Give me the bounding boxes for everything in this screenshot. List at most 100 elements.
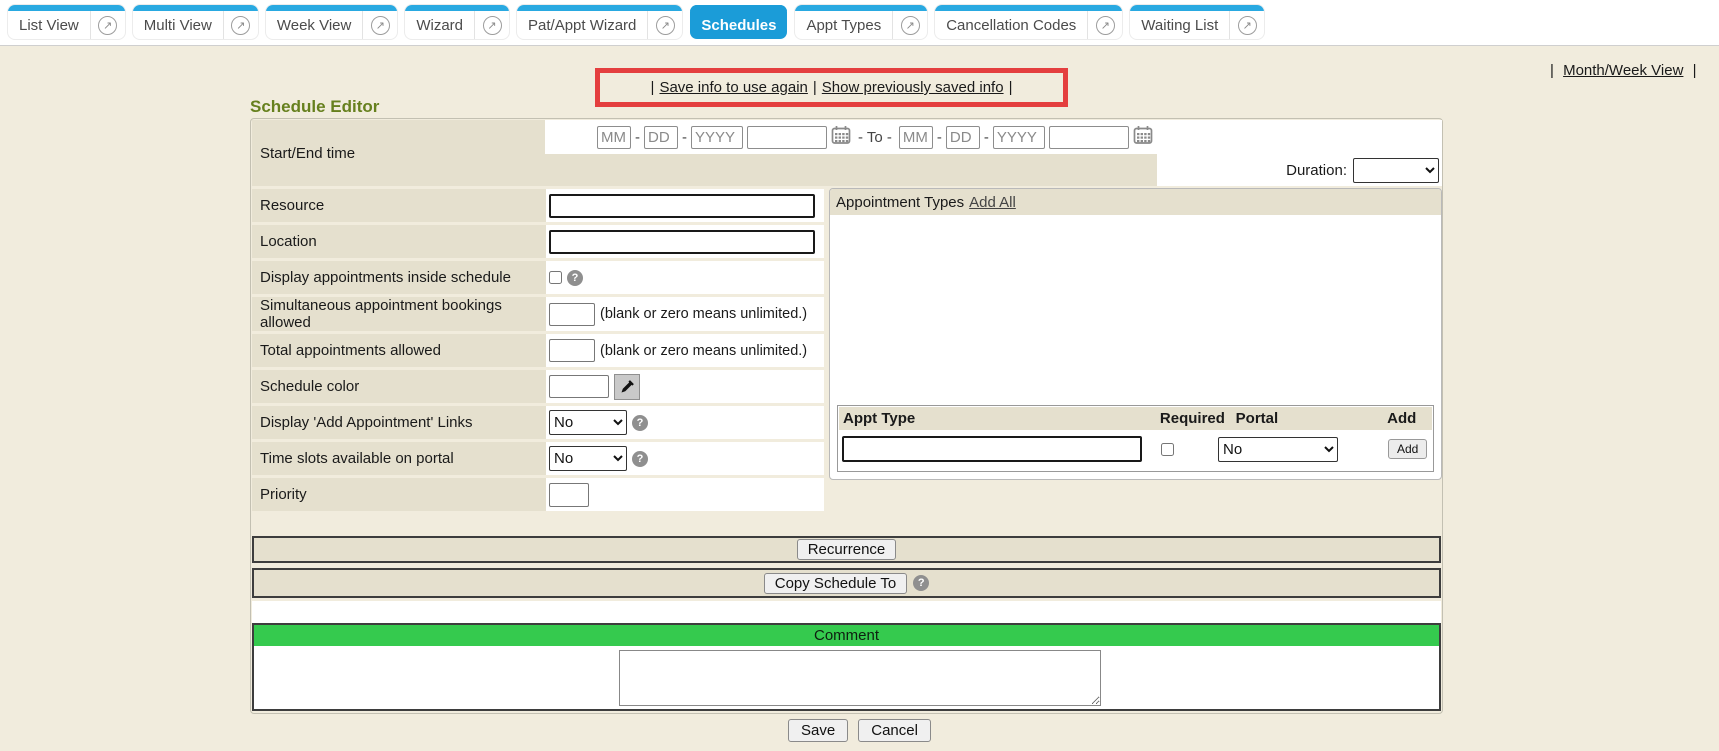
tab-pat-appt-wizard[interactable]: Pat/Appt Wizard↗ [517,5,682,39]
external-link-icon[interactable]: ↗ [1230,16,1264,35]
to-separator: - To - [858,129,892,146]
save-button[interactable]: Save [788,719,848,742]
external-link-icon[interactable]: ↗ [91,16,125,35]
separator: | [1693,62,1697,79]
start-year-input[interactable] [691,126,743,149]
show-saved-info-link[interactable]: Show previously saved info [822,79,1004,96]
unlimited-note: (blank or zero means unlimited.) [600,306,807,322]
start-day-input[interactable] [644,126,678,149]
help-icon[interactable]: ? [632,451,648,467]
end-year-input[interactable] [993,126,1045,149]
form-row-time-slots-portal: Time slots available on portal No ? [252,442,824,475]
page-title: Schedule Editor [250,97,379,117]
form-row-simultaneous-bookings: Simultaneous appointment bookings allowe… [252,297,824,331]
portal-select[interactable]: No [1218,437,1338,462]
appointment-type-table-header: Appt Type Required Portal Add [839,407,1432,430]
tab-label[interactable]: Multi View [133,17,223,34]
column-header-portal: Portal [1236,410,1387,427]
date-separator: - [984,129,989,146]
tab-appt-types[interactable]: Appt Types↗ [795,5,927,39]
required-checkbox[interactable] [1161,443,1174,456]
tab-label[interactable]: Week View [266,17,362,34]
external-link-icon[interactable]: ↗ [363,16,397,35]
calendar-icon[interactable] [831,125,851,149]
tab-label[interactable]: List View [8,17,90,34]
tab-wizard[interactable]: Wizard↗ [405,5,509,39]
tab-label[interactable]: Pat/Appt Wizard [517,17,647,34]
end-time-input[interactable] [1049,126,1129,149]
external-link-icon[interactable]: ↗ [224,16,258,35]
schedule-editor-form: Start/End time - - - To - - - Duration: [250,118,1443,714]
field-label: Total appointments allowed [252,334,546,367]
copy-schedule-to-button[interactable]: Copy Schedule To [764,573,907,594]
separator: | [651,79,655,96]
field-label: Schedule color [252,370,546,403]
resource-input[interactable] [549,194,815,218]
external-link-icon[interactable]: ↗ [893,16,927,35]
tab-schedules[interactable]: Schedules [690,5,787,39]
recurrence-bar: Recurrence [252,536,1441,563]
save-info-link[interactable]: Save info to use again [659,79,807,96]
help-icon[interactable]: ? [632,415,648,431]
copy-schedule-bar: Copy Schedule To ? [252,568,1441,598]
add-appointment-links-select[interactable]: No [549,410,627,435]
schedule-editor-screen: List View↗ Multi View↗ Week View↗ Wizard… [0,0,1719,751]
tab-label[interactable]: Cancellation Codes [935,17,1087,34]
appointment-types-panel: Appointment Types Add All Appt Type Requ… [829,188,1442,480]
month-week-view-link[interactable]: Month/Week View [1563,62,1683,79]
schedule-color-input[interactable] [549,375,609,398]
total-appointments-input[interactable] [549,339,595,362]
location-input[interactable] [549,230,815,254]
form-actions: Save Cancel [0,719,1719,742]
date-separator: - [682,129,687,146]
appointment-types-title: Appointment Types [836,194,964,211]
eyedropper-icon[interactable] [614,374,640,400]
column-header-required: Required [1160,410,1236,427]
field-label: Location [252,225,546,258]
month-week-view-container: | Month/Week View | [1545,62,1702,79]
start-end-date-inputs: - - - To - - - [545,120,1442,154]
appt-type-input[interactable] [842,436,1142,462]
help-icon[interactable]: ? [913,575,929,591]
calendar-icon[interactable] [1133,125,1153,149]
form-row-display-appointments: Display appointments inside schedule ? [252,261,824,294]
duration-select[interactable] [1353,158,1439,183]
end-month-input[interactable] [899,126,933,149]
start-time-input[interactable] [747,126,827,149]
comment-header: Comment [254,625,1439,646]
end-day-input[interactable] [946,126,980,149]
tab-multi-view[interactable]: Multi View↗ [133,5,258,39]
separator: | [1550,62,1554,79]
separator: | [813,79,817,96]
add-appt-type-button[interactable]: Add [1388,439,1427,459]
priority-input[interactable] [549,483,589,507]
simultaneous-bookings-input[interactable] [549,303,595,326]
display-appointments-checkbox[interactable] [549,271,562,284]
help-icon[interactable]: ? [567,270,583,286]
field-label: Priority [252,478,546,511]
date-separator: - [937,129,942,146]
start-month-input[interactable] [597,126,631,149]
add-all-link[interactable]: Add All [969,194,1016,211]
field-label: Resource [252,189,546,222]
tab-waiting-list[interactable]: Waiting List↗ [1130,5,1264,39]
tab-week-view[interactable]: Week View↗ [266,5,397,39]
external-link-icon[interactable]: ↗ [1088,16,1122,35]
cancel-button[interactable]: Cancel [858,719,931,742]
tab-label[interactable]: Schedules [690,17,787,34]
time-slots-portal-select[interactable]: No [549,446,627,471]
separator: | [1009,79,1013,96]
tab-list-view[interactable]: List View↗ [8,5,125,39]
recurrence-button[interactable]: Recurrence [797,539,897,560]
field-label: Display 'Add Appointment' Links [252,406,546,439]
comment-textarea[interactable] [619,650,1101,706]
external-link-icon[interactable]: ↗ [475,16,509,35]
tab-cancellation-codes[interactable]: Cancellation Codes↗ [935,5,1122,39]
form-row-add-appointment-links: Display 'Add Appointment' Links No ? [252,406,824,439]
tab-label[interactable]: Wizard [405,17,474,34]
tab-label[interactable]: Appt Types [795,17,892,34]
date-separator: - [635,129,640,146]
field-label: Simultaneous appointment bookings allowe… [252,297,546,331]
external-link-icon[interactable]: ↗ [648,16,682,35]
tab-label[interactable]: Waiting List [1130,17,1229,34]
